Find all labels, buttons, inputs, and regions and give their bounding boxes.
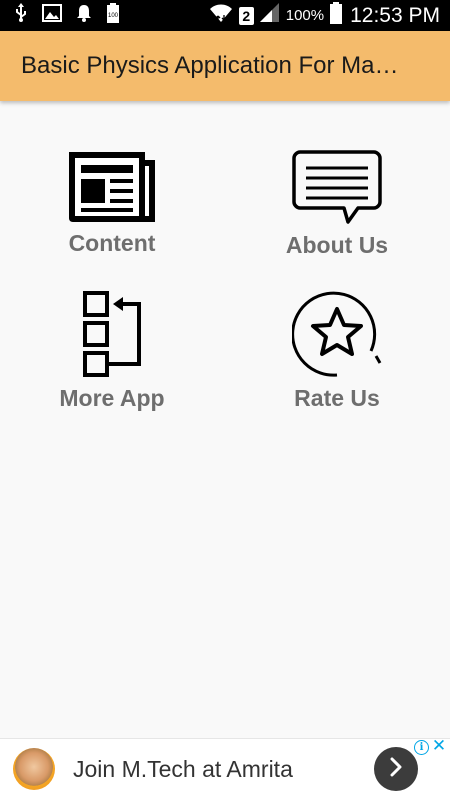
battery-icon (330, 2, 343, 29)
content-label: Content (68, 230, 156, 256)
sim-badge: 2 (238, 6, 254, 25)
more-app-button[interactable]: More App (12, 289, 212, 412)
ad-avatar (13, 748, 55, 790)
newspaper-icon (12, 150, 212, 224)
clock: 12:53 PM (350, 3, 440, 27)
star-icon (237, 289, 437, 379)
chevron-right-icon (387, 756, 405, 783)
content-button[interactable]: Content (12, 150, 212, 257)
ad-close-icon[interactable]: ✕ (431, 737, 447, 754)
status-right-icons: 2 100% 12:53 PM (209, 0, 440, 31)
rate-us-label: Rate Us (294, 385, 380, 411)
usb-icon (14, 2, 28, 28)
ad-text: Join M.Tech at Amrita (73, 756, 293, 782)
battery-saver-icon: 100 (106, 2, 120, 28)
rate-us-button[interactable]: Rate Us (237, 289, 437, 412)
about-us-label: About Us (285, 232, 389, 258)
svg-text:100: 100 (108, 13, 119, 19)
battery-percent: 100% (285, 7, 325, 24)
about-us-button[interactable]: About Us (237, 150, 437, 259)
chat-bubble-icon (237, 150, 437, 226)
signal-icon (259, 3, 280, 28)
ad-arrow-button[interactable] (374, 747, 418, 791)
image-icon (42, 3, 62, 27)
app-bar: Basic Physics Application For Ma… (0, 31, 450, 101)
status-bar: 100 2 100% 12:53 PM (0, 0, 450, 31)
notification-bell-icon (76, 4, 92, 27)
app-title: Basic Physics Application For Ma… (21, 52, 399, 79)
status-left-icons: 100 (14, 2, 120, 28)
apps-list-icon (12, 289, 212, 379)
ad-info-icon[interactable]: i (414, 740, 429, 755)
more-app-label: More App (59, 385, 165, 411)
wifi-icon (209, 3, 233, 28)
